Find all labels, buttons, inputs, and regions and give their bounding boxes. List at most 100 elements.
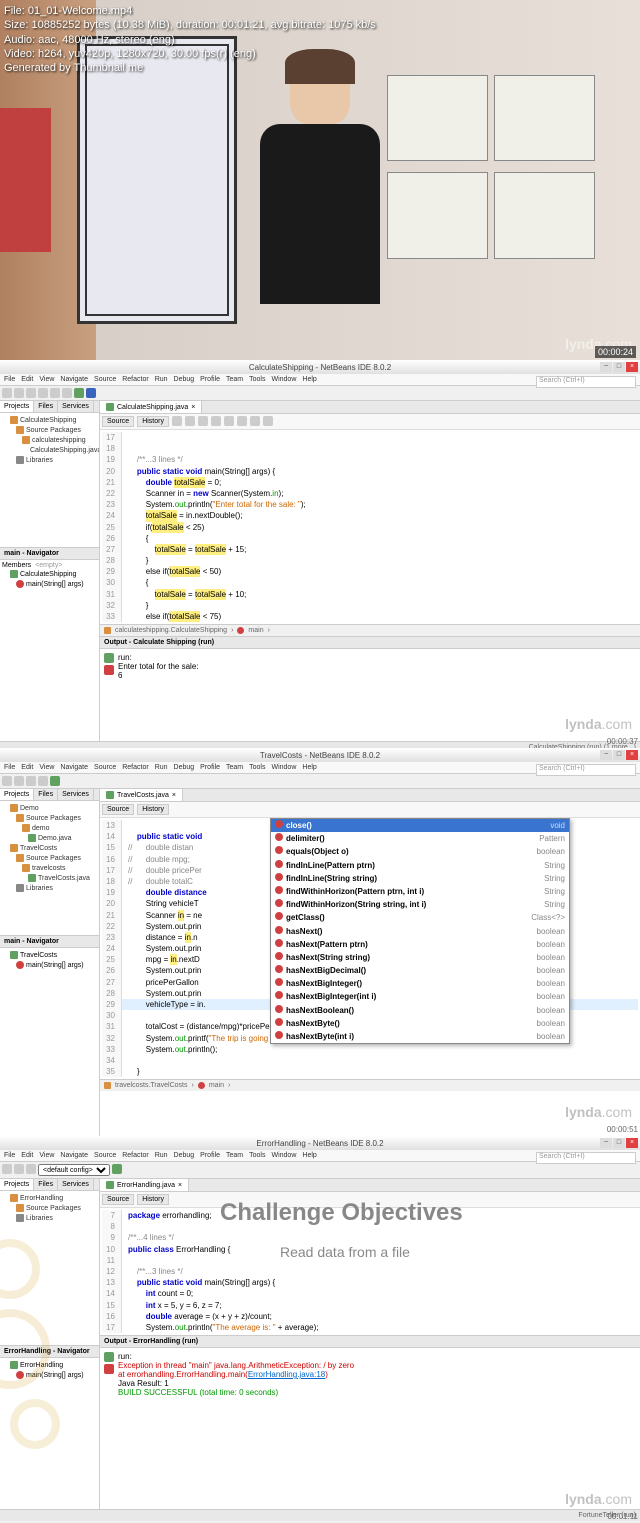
menu-tools[interactable]: Tools [249,1152,265,1159]
menu-help[interactable]: Help [302,764,316,771]
close-tab-icon[interactable]: × [172,792,176,799]
minimize-button[interactable]: − [600,1138,612,1148]
toolbar-icon[interactable] [250,416,260,426]
tree-pkg[interactable]: travelcosts [2,863,97,873]
history-button[interactable]: History [137,804,169,815]
config-dropdown[interactable]: <default config> [38,1164,110,1176]
files-tab[interactable]: Files [34,401,58,412]
breadcrumb-method[interactable]: main [209,1082,224,1089]
toolbar-icon[interactable] [14,776,24,786]
toolbar-icon[interactable] [172,416,182,426]
tree-packages[interactable]: Source Packages [2,425,97,435]
menu-refactor[interactable]: Refactor [122,376,148,383]
projects-tab[interactable]: Projects [0,789,34,800]
autocomplete-item[interactable]: getClass()Class<?> [271,911,569,924]
menu-source[interactable]: Source [94,1152,116,1159]
code-editor[interactable]: 13 14 public static void 15// double dis… [100,818,640,1079]
quick-search[interactable]: Search (Ctrl+I) [536,764,636,776]
autocomplete-item[interactable]: delimiter()Pattern [271,832,569,845]
tree-packages[interactable]: Source Packages [2,853,97,863]
menu-navigate[interactable]: Navigate [60,764,88,771]
error-link[interactable]: ErrorHandling.java:18 [248,1370,325,1379]
code-editor[interactable]: 7package errorhandling; 8 9/**...4 lines… [100,1208,640,1335]
menu-team[interactable]: Team [226,1152,243,1159]
tree-pkg[interactable]: calculateshipping [2,435,97,445]
menu-edit[interactable]: Edit [21,1152,33,1159]
output-body[interactable]: run: Enter total for the sale: 6 [100,649,640,709]
menu-file[interactable]: File [4,764,15,771]
menu-window[interactable]: Window [271,1152,296,1159]
autocomplete-item[interactable]: hasNextBigInteger(int i)boolean [271,990,569,1003]
nav-method[interactable]: main(String[] args) [2,579,97,589]
menu-file[interactable]: File [4,1152,15,1159]
toolbar-icon[interactable] [198,416,208,426]
toolbar-icon[interactable] [211,416,221,426]
menu-tools[interactable]: Tools [249,764,265,771]
autocomplete-item[interactable]: hasNextBigDecimal()boolean [271,964,569,977]
toolbar-icon[interactable] [2,776,12,786]
undo-icon[interactable] [50,388,60,398]
save-icon[interactable] [38,388,48,398]
close-button[interactable]: × [626,1138,638,1148]
menu-navigate[interactable]: Navigate [60,1152,88,1159]
code-editor[interactable]: 17 18 19 /**...3 lines */ 20 public stat… [100,430,640,624]
breadcrumb-class[interactable]: calculateshipping.CalculateShipping [115,627,227,634]
menu-window[interactable]: Window [271,764,296,771]
menu-refactor[interactable]: Refactor [122,764,148,771]
run-icon[interactable] [74,388,84,398]
stop-icon[interactable] [104,665,114,675]
history-button[interactable]: History [137,1194,169,1205]
nav-method[interactable]: main(String[] args) [2,960,97,970]
menu-edit[interactable]: Edit [21,376,33,383]
menu-run[interactable]: Run [155,764,168,771]
run-icon[interactable] [112,1164,122,1174]
stop-icon[interactable] [104,1364,114,1374]
maximize-button[interactable]: □ [613,750,625,760]
tree-project[interactable]: ErrorHandling [2,1193,97,1203]
history-button[interactable]: History [137,416,169,427]
tree-packages[interactable]: Source Packages [2,813,97,823]
autocomplete-popup[interactable]: close()void delimiter()Pattern equals(Ob… [270,818,570,1044]
menu-source[interactable]: Source [94,376,116,383]
menu-navigate[interactable]: Navigate [60,376,88,383]
toolbar-icon[interactable] [26,1164,36,1174]
toolbar-icon[interactable] [237,416,247,426]
tree-packages[interactable]: Source Packages [2,1203,97,1213]
menu-refactor[interactable]: Refactor [122,1152,148,1159]
source-button[interactable]: Source [102,416,134,427]
nav-method[interactable]: main(String[] args) [2,1370,97,1380]
menu-debug[interactable]: Debug [174,1152,195,1159]
menu-view[interactable]: View [39,764,54,771]
menu-view[interactable]: View [39,1152,54,1159]
toolbar-icon[interactable] [14,1164,24,1174]
menu-profile[interactable]: Profile [200,1152,220,1159]
autocomplete-item[interactable]: hasNextByte()boolean [271,1017,569,1030]
autocomplete-item[interactable]: hasNext()boolean [271,925,569,938]
tree-file[interactable]: CalculateShipping.java [2,445,97,455]
menu-help[interactable]: Help [302,376,316,383]
run-indicator-icon[interactable] [104,653,114,663]
autocomplete-item[interactable]: equals(Object o)boolean [271,845,569,858]
debug-icon[interactable] [86,388,96,398]
source-button[interactable]: Source [102,1194,134,1205]
tree-project[interactable]: Demo [2,803,97,813]
quick-search[interactable]: Search (Ctrl+I) [536,376,636,388]
quick-search[interactable]: Search (Ctrl+I) [536,1152,636,1164]
run-indicator-icon[interactable] [104,1352,114,1362]
tree-file[interactable]: TravelCosts.java [2,873,97,883]
tree-libs[interactable]: Libraries [2,455,97,465]
maximize-button[interactable]: □ [613,1138,625,1148]
menu-profile[interactable]: Profile [200,376,220,383]
services-tab[interactable]: Services [58,789,94,800]
run-icon[interactable] [50,776,60,786]
open-icon[interactable] [26,388,36,398]
toolbar-icon[interactable] [26,776,36,786]
autocomplete-item[interactable]: hasNext(Pattern ptrn)boolean [271,938,569,951]
nav-class[interactable]: ErrorHandling [2,1360,97,1370]
files-tab[interactable]: Files [34,1179,58,1190]
menu-source[interactable]: Source [94,764,116,771]
menu-window[interactable]: Window [271,376,296,383]
autocomplete-item[interactable]: findInLine(String string)String [271,872,569,885]
editor-tab[interactable]: CalculateShipping.java× [100,401,202,413]
toolbar-icon[interactable] [263,416,273,426]
